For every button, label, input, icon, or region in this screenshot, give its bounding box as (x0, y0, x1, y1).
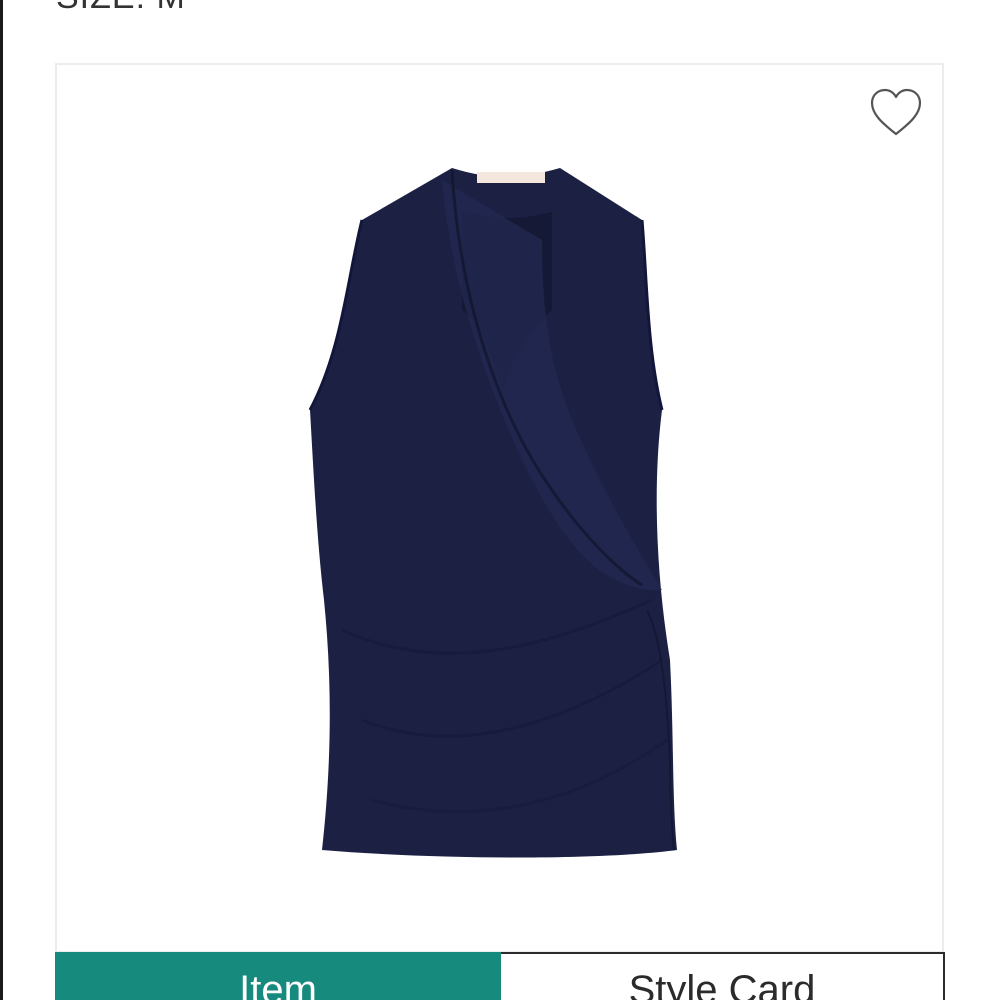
tab-style-card[interactable]: Style Card (501, 952, 945, 1000)
tab-item[interactable]: Item (55, 952, 501, 1000)
favorite-button[interactable] (868, 87, 924, 139)
product-detail-page: SIZE: M (0, 0, 1000, 1000)
product-card (55, 63, 944, 953)
size-label: SIZE: M (56, 0, 186, 17)
wrap-top-image (308, 168, 677, 858)
left-edge-divider (0, 0, 3, 1000)
detail-tabs: Item Style Card (55, 952, 945, 1000)
product-image[interactable] (302, 160, 702, 880)
heart-outline-icon (870, 88, 922, 136)
